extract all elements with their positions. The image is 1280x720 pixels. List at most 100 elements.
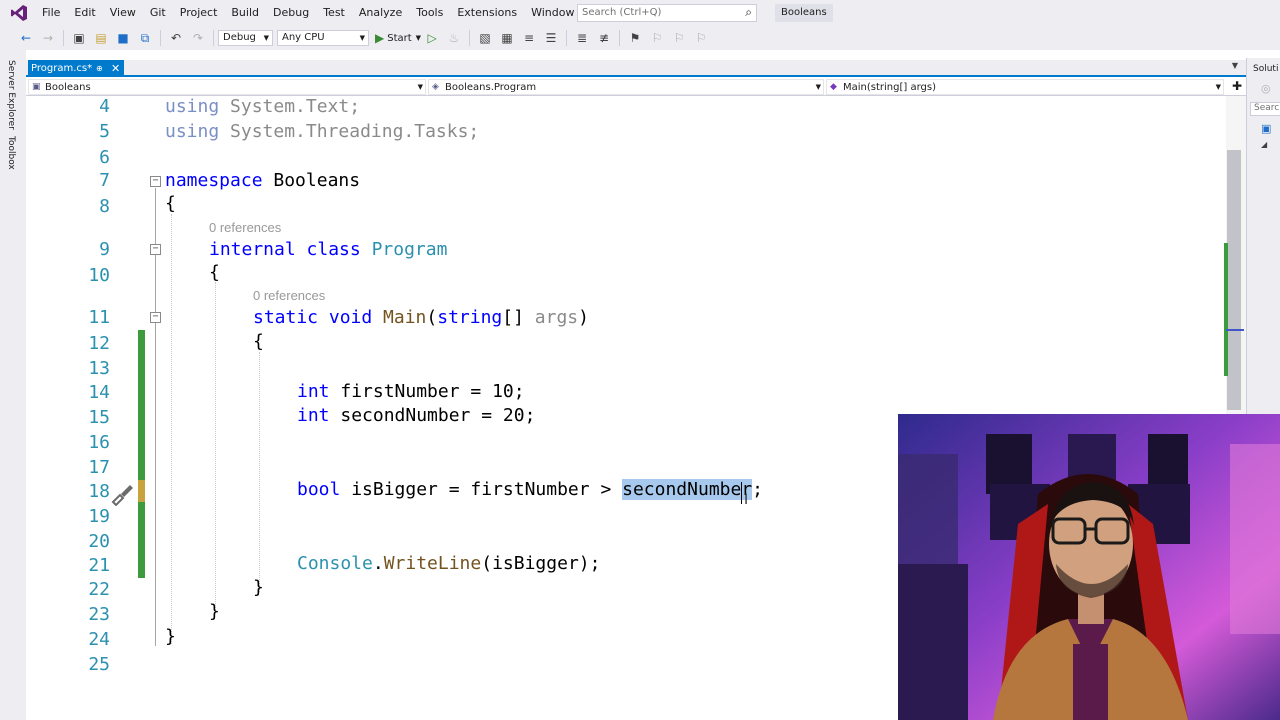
split-window-icon[interactable]: ✚ (1232, 79, 1242, 93)
menu-file[interactable]: File (35, 0, 67, 26)
class-dropdown[interactable]: ◈ Booleans.Program ▼ (428, 79, 824, 95)
quick-actions-brush-icon[interactable] (110, 482, 136, 511)
undo-icon[interactable]: ↶ (168, 30, 184, 46)
project-dropdown[interactable]: ▣ Booleans ▼ (28, 79, 426, 95)
number-literal: 10 (492, 381, 514, 402)
hot-reload-icon[interactable]: ♨ (446, 30, 462, 46)
keyword: int (297, 405, 330, 426)
keyword: static void (253, 307, 384, 328)
menu-test[interactable]: Test (316, 0, 352, 26)
line-number: 10 (88, 265, 110, 286)
search-input[interactable]: Search (Ctrl+Q) ⌕ (577, 4, 757, 22)
menu-project[interactable]: Project (173, 0, 225, 26)
toolbar-separator (619, 30, 621, 46)
line-number: 25 (88, 654, 110, 675)
toolbar-separator (469, 30, 471, 46)
play-icon: ▶ (375, 31, 385, 45)
menu-view[interactable]: View (103, 0, 143, 26)
line-number: 12 (88, 333, 110, 354)
menu-tools[interactable]: Tools (409, 0, 450, 26)
collapse-namespace-icon[interactable]: − (150, 176, 161, 187)
line-number: 14 (88, 382, 110, 403)
redo-icon[interactable]: ↷ (190, 30, 206, 46)
pin-icon[interactable]: ⊕ (96, 60, 103, 77)
prev-bookmark-icon[interactable]: ⚐ (649, 30, 665, 46)
keyword: using (165, 121, 220, 142)
comment-icon[interactable]: ≣ (574, 30, 590, 46)
next-bookmark-icon[interactable]: ⚐ (671, 30, 687, 46)
configuration-dropdown[interactable]: Debug ▼ (218, 30, 273, 46)
layout-icon[interactable]: ▦ (499, 30, 515, 46)
expand-arrow-icon[interactable]: ◢ (1261, 140, 1267, 149)
menu-build[interactable]: Build (224, 0, 266, 26)
format-icon[interactable]: ☰ (543, 30, 559, 46)
collapse-method-icon[interactable]: − (150, 312, 161, 323)
clear-bookmarks-icon[interactable]: ⚐ (693, 30, 709, 46)
menu-analyze[interactable]: Analyze (352, 0, 409, 26)
menu-git[interactable]: Git (143, 0, 173, 26)
tab-program-cs[interactable]: Program.cs* ⊕ ✕ (28, 60, 124, 77)
tab-list-dropdown-icon[interactable]: ▼ (1232, 61, 1238, 70)
collapse-class-icon[interactable]: − (150, 244, 161, 255)
search-placeholder: Search (Ctrl+Q) (582, 7, 662, 18)
keyword: int (297, 381, 330, 402)
type-name: Console (297, 553, 373, 574)
presenter-video-image (898, 414, 1280, 720)
code-line-14: int firstNumber = 10; (297, 381, 525, 402)
solution-name-badge[interactable]: Booleans (775, 4, 833, 22)
class-icon: ◈ (432, 82, 439, 92)
indent-guide (171, 214, 172, 644)
code-line-23: } (209, 601, 220, 622)
line-number: 23 (88, 604, 110, 625)
code-text: isBigger = firstNumber > (340, 479, 623, 500)
menu-edit[interactable]: Edit (67, 0, 102, 26)
uncomment-icon[interactable]: ≢ (596, 30, 612, 46)
bookmark-icon[interactable]: ⚑ (627, 30, 643, 46)
close-icon[interactable]: ✕ (111, 60, 120, 77)
code-text: ( (426, 307, 438, 328)
code-text: firstNumber = (329, 381, 493, 402)
solution-search-input[interactable]: Search (1250, 102, 1280, 116)
code-text: ; (513, 381, 525, 402)
scrollbar-thumb[interactable] (1227, 150, 1241, 410)
standard-toolbar: ← → ▣ ▤ ■ ⧉ ↶ ↷ Debug ▼ Any CPU ▼ ▶ Star… (0, 26, 1280, 50)
code-line-18: bool isBigger = firstNumber > secondNumb… (297, 479, 763, 500)
codelens-references[interactable]: 0 references (209, 220, 281, 235)
new-project-icon[interactable]: ▣ (71, 30, 87, 46)
line-number: 15 (88, 407, 110, 428)
platform-dropdown[interactable]: Any CPU ▼ (277, 30, 369, 46)
menu-debug[interactable]: Debug (266, 0, 316, 26)
save-icon[interactable]: ■ (115, 30, 131, 46)
back-icon[interactable]: ◎ (1261, 82, 1271, 95)
code-line-22: } (253, 577, 264, 598)
menu-window[interactable]: Window (524, 0, 581, 26)
method-name: Main (383, 307, 427, 328)
toolbar-separator (566, 30, 568, 46)
save-all-icon[interactable]: ⧉ (137, 30, 153, 46)
line-number: 20 (88, 531, 110, 552)
solution-explorer-icon[interactable]: ▧ (477, 30, 493, 46)
start-button[interactable]: ▶ Start ▼ (375, 31, 421, 45)
solution-node-icon[interactable]: ▣ (1261, 122, 1271, 135)
text-caret (741, 482, 742, 504)
breakpoint-icon[interactable]: ≡ (521, 30, 537, 46)
code-line-9: internal class Program (209, 239, 447, 260)
line-number: 21 (88, 555, 110, 576)
menu-bar: File Edit View Git Project Build Debug T… (0, 0, 1280, 26)
codelens-references[interactable]: 0 references (253, 288, 325, 303)
keyword: bool (297, 479, 341, 500)
server-explorer-tab[interactable]: Server Explorer (6, 60, 16, 130)
navigate-forward-icon[interactable]: → (40, 30, 56, 46)
project-name: Booleans (45, 82, 91, 93)
start-without-debugging-icon[interactable]: ▷ (424, 30, 440, 46)
line-number: 17 (88, 457, 110, 478)
code-line-4: using System.Text; (165, 96, 360, 117)
line-number: 16 (88, 432, 110, 453)
navigate-back-icon[interactable]: ← (18, 30, 34, 46)
menu-extensions[interactable]: Extensions (450, 0, 524, 26)
open-file-icon[interactable]: ▤ (93, 30, 109, 46)
toolbox-tab[interactable]: Toolbox (6, 136, 16, 170)
line-number: 24 (88, 629, 110, 650)
member-dropdown[interactable]: ◆ Main(string[] args) ▼ (826, 79, 1224, 95)
solution-explorer-title: Soluti (1253, 64, 1279, 74)
